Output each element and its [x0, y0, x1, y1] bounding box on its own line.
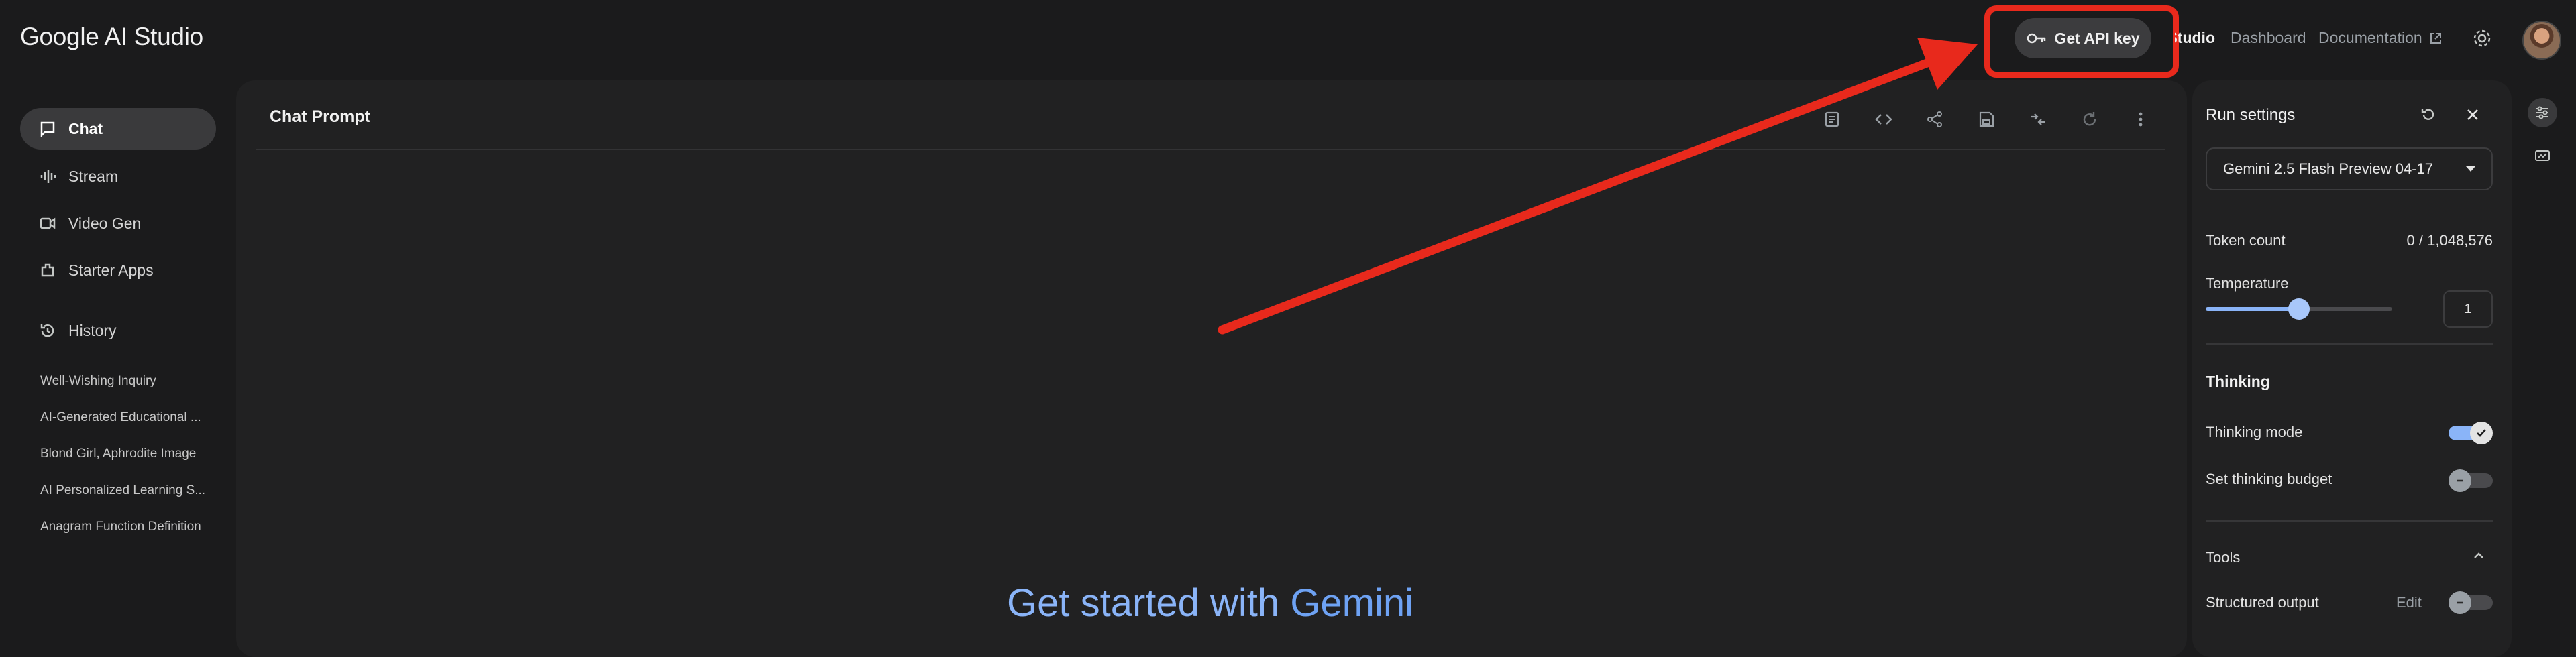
- temperature-input[interactable]: 1: [2443, 290, 2493, 328]
- chevron-up-icon[interactable]: [2471, 548, 2486, 563]
- minus-icon: [2449, 469, 2471, 492]
- structured-output-edit-link[interactable]: Edit: [2396, 594, 2422, 611]
- divider: [2206, 520, 2493, 522]
- annotation-arrow: [1218, 38, 1978, 335]
- check-icon: [2470, 422, 2493, 444]
- temperature-slider-thumb[interactable]: [2288, 298, 2310, 320]
- media-icon[interactable]: [2528, 141, 2557, 170]
- model-select[interactable]: Gemini 2.5 Flash Preview 04-17: [2206, 147, 2493, 190]
- structured-output-toggle[interactable]: [2449, 591, 2493, 615]
- caret-down-icon: [2465, 165, 2477, 173]
- temperature-label: Temperature: [2206, 275, 2289, 292]
- structured-output-label: Structured output: [2206, 594, 2319, 611]
- thinking-budget-label: Set thinking budget: [2206, 471, 2332, 487]
- thinking-heading: Thinking: [2206, 373, 2270, 390]
- run-settings-title: Run settings: [2206, 106, 2296, 124]
- close-icon[interactable]: [2463, 105, 2483, 125]
- reset-settings-icon[interactable]: [2418, 105, 2438, 125]
- model-select-value: Gemini 2.5 Flash Preview 04-17: [2223, 160, 2434, 177]
- tools-heading: Tools: [2206, 549, 2241, 566]
- thinking-mode-label: Thinking mode: [2206, 424, 2303, 440]
- thinking-budget-toggle[interactable]: [2449, 469, 2493, 493]
- thinking-mode-toggle[interactable]: [2449, 421, 2493, 445]
- divider: [2206, 343, 2493, 345]
- token-count-value: 0 / 1,048,576: [2406, 232, 2493, 249]
- temperature-slider-fill: [2206, 307, 2299, 311]
- tune-icon[interactable]: [2528, 98, 2557, 127]
- minus-icon: [2449, 591, 2471, 614]
- token-count-label: Token count: [2206, 232, 2286, 249]
